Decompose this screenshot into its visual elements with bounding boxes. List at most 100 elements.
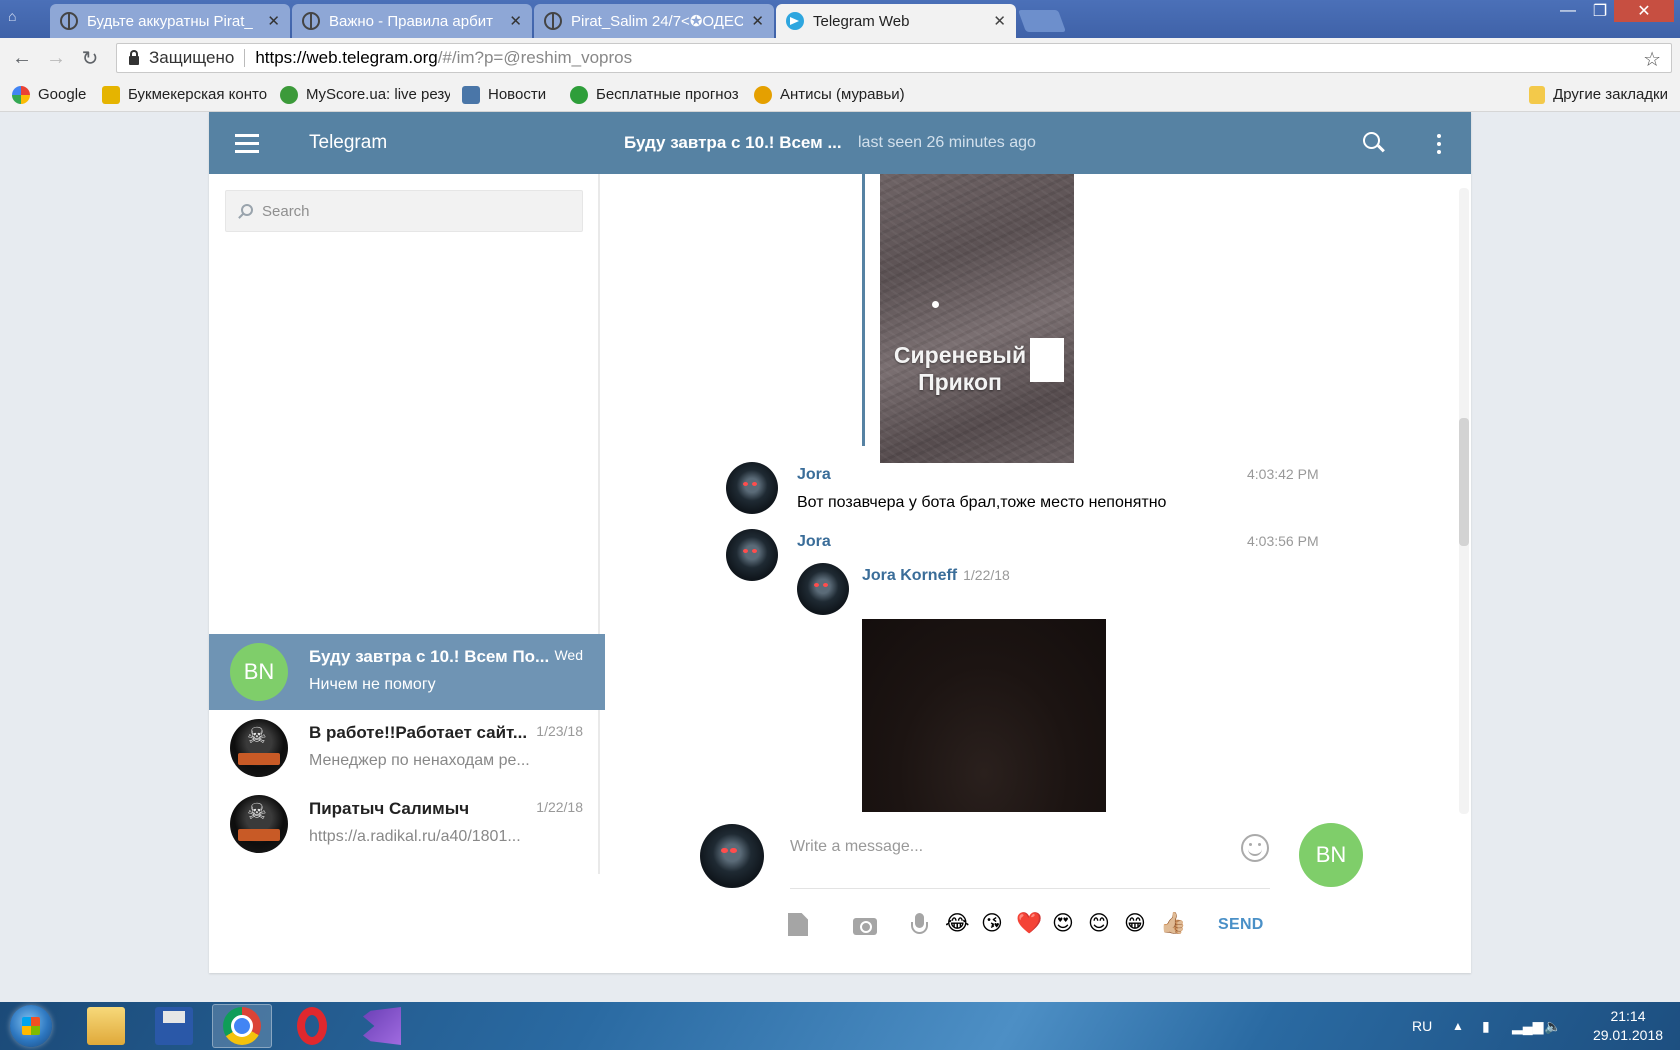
tab-title: Pirat_Salim 24/7<✪ОДЕС bbox=[571, 13, 744, 30]
bookmark-google[interactable]: Google bbox=[12, 85, 90, 104]
minimize-button[interactable]: — bbox=[1550, 0, 1586, 22]
address-bar[interactable]: Защищено https://web.telegram.org /#/im?… bbox=[116, 43, 1672, 73]
bookmark-myscore[interactable]: MyScore.ua: live резу bbox=[280, 85, 450, 104]
quick-emoji-thumbs-up[interactable]: 👍🏼 bbox=[1160, 911, 1186, 937]
forward-button[interactable]: → bbox=[44, 46, 68, 70]
emoji-icon[interactable] bbox=[1241, 834, 1269, 862]
chat-history: Сиреневый Прикоп Jora 4:03:42 PM Вот поз… bbox=[600, 174, 1471, 972]
send-button[interactable]: SEND bbox=[1218, 916, 1264, 934]
search-icon[interactable] bbox=[1363, 132, 1385, 154]
bookmark-other-folder[interactable]: Другие закладки bbox=[1529, 85, 1668, 104]
microphone-icon[interactable] bbox=[907, 912, 933, 938]
bookmark-antisy[interactable]: Антисы (муравьи) bbox=[754, 85, 914, 104]
message-text: Вот позавчера у бота брал,тоже место неп… bbox=[797, 494, 1167, 511]
bookmark-news[interactable]: Новости bbox=[462, 85, 558, 104]
quick-emoji-heart-eyes[interactable]: 😍 bbox=[1052, 911, 1074, 937]
tab-close-icon[interactable]: ✕ bbox=[509, 12, 522, 30]
photo-caption: Сиреневый Прикоп bbox=[893, 342, 1027, 395]
attach-file-icon[interactable] bbox=[785, 912, 811, 938]
tab-close-icon[interactable]: ✕ bbox=[751, 12, 764, 30]
taskbar-visual-studio[interactable] bbox=[352, 1004, 412, 1048]
app-title: Telegram bbox=[309, 132, 388, 153]
url-host: https://web.telegram.org bbox=[255, 48, 438, 67]
author-avatar[interactable] bbox=[726, 529, 778, 581]
clock-date: 29.01.2018 bbox=[1592, 1027, 1664, 1043]
browser-tab-2[interactable]: Важно - Правила арбит ✕ bbox=[292, 4, 532, 38]
dialog-search[interactable] bbox=[225, 190, 583, 232]
taskbar-explorer[interactable] bbox=[76, 1004, 136, 1048]
bookmark-bookmaker[interactable]: Букмекерская конто bbox=[102, 85, 268, 104]
system-clock[interactable]: 21:14 29.01.2018 bbox=[1588, 1007, 1668, 1045]
message-input[interactable] bbox=[790, 829, 1230, 865]
browser-tab-strip: ⌂ Будьте аккуратны Pirat_ ✕ Важно - Прав… bbox=[0, 0, 1680, 38]
dialog-item[interactable]: Пиратыч Салимыч 1/22/18 https://a.radika… bbox=[209, 786, 605, 862]
peer-avatar[interactable]: BN bbox=[1299, 823, 1363, 887]
dialog-item-active[interactable]: BN Буду завтра с 10.! Всем По... Wed Нич… bbox=[209, 634, 605, 710]
back-button[interactable]: ← bbox=[10, 46, 34, 70]
dialog-name: В работе!!Работает сайт... bbox=[309, 723, 528, 742]
forward-quote-bar bbox=[862, 174, 865, 446]
dialog-item[interactable]: В работе!!Работает сайт... 1/23/18 Менед… bbox=[209, 710, 605, 786]
quick-emoji-grin[interactable]: 😁 bbox=[1124, 911, 1146, 937]
message-photo[interactable] bbox=[862, 619, 1106, 812]
message-author[interactable]: Jora bbox=[797, 466, 831, 484]
telegram-header: Telegram Буду завтра с 10.! Всем ... las… bbox=[209, 112, 1471, 174]
search-input[interactable] bbox=[262, 202, 562, 220]
start-button[interactable] bbox=[10, 1005, 52, 1047]
quick-emoji-joy[interactable]: 😂 bbox=[945, 911, 970, 937]
volume-icon[interactable]: 🔈 bbox=[1544, 1002, 1561, 1050]
reload-button[interactable]: ↻ bbox=[78, 46, 102, 70]
more-options-icon[interactable] bbox=[1437, 134, 1442, 154]
forwarded-author[interactable]: Jora Korneff 1/22/18 bbox=[862, 567, 1010, 585]
tab-close-icon[interactable]: ✕ bbox=[993, 12, 1006, 30]
menu-icon[interactable] bbox=[235, 134, 259, 153]
dialog-date: 1/22/18 bbox=[536, 799, 583, 815]
maximize-button[interactable]: ❐ bbox=[1586, 0, 1614, 22]
attach-photo-icon[interactable] bbox=[852, 912, 878, 938]
taskbar-chrome[interactable] bbox=[212, 1004, 272, 1048]
author-avatar[interactable] bbox=[726, 462, 778, 514]
taskbar-opera[interactable] bbox=[282, 1004, 342, 1048]
bookmark-free-predictions[interactable]: Бесплатные прогноз bbox=[570, 85, 742, 104]
lock-icon bbox=[129, 49, 139, 65]
tray-expand-icon[interactable]: ▲ bbox=[1452, 1002, 1464, 1050]
avatar: BN bbox=[230, 643, 288, 701]
browser-toolbar: ← → ↻ Защищено https://web.telegram.org … bbox=[0, 38, 1680, 78]
browser-tab-telegram[interactable]: Telegram Web ✕ bbox=[776, 4, 1016, 38]
myscore-icon bbox=[280, 85, 298, 104]
language-indicator[interactable]: RU bbox=[1412, 1002, 1432, 1050]
chat-scrollbar[interactable] bbox=[1459, 188, 1469, 814]
incognito-profile-icon[interactable]: ⌂ bbox=[8, 8, 30, 30]
dialog-name: Буду завтра с 10.! Всем По... bbox=[309, 647, 550, 666]
taskbar-save-app[interactable] bbox=[144, 1004, 204, 1048]
tab-close-icon[interactable]: ✕ bbox=[267, 12, 280, 30]
message-time: 4:03:56 PM bbox=[1247, 533, 1319, 549]
leaf-icon bbox=[570, 85, 588, 104]
browser-tab-3[interactable]: Pirat_Salim 24/7<✪ОДЕС ✕ bbox=[534, 4, 774, 38]
scrollbar-thumb[interactable] bbox=[1459, 418, 1469, 546]
tray-device-icon[interactable]: ▮ bbox=[1482, 1002, 1490, 1050]
network-icon[interactable]: ▂▄▆ bbox=[1512, 1002, 1543, 1050]
visual-studio-icon bbox=[363, 1007, 401, 1045]
message-author[interactable]: Jora bbox=[797, 533, 831, 551]
quick-emoji-heart[interactable]: ❤️ bbox=[1016, 911, 1042, 937]
peer-name[interactable]: Буду завтра с 10.! Всем ... bbox=[624, 133, 842, 153]
quick-emoji-kiss[interactable]: 😘 bbox=[981, 911, 1003, 937]
quick-emoji-blush[interactable]: 😊 bbox=[1088, 911, 1110, 937]
telegram-app: Telegram Буду завтра с 10.! Всем ... las… bbox=[209, 112, 1471, 973]
telegram-favicon-icon bbox=[786, 12, 804, 30]
message-time: 4:03:42 PM bbox=[1247, 466, 1319, 482]
browser-tab-1[interactable]: Будьте аккуратны Pirat_ ✕ bbox=[50, 4, 290, 38]
peace-favicon-icon bbox=[60, 12, 78, 30]
bookmarks-bar: Google Букмекерская конто MyScore.ua: li… bbox=[0, 78, 1680, 112]
forward-author-avatar[interactable] bbox=[797, 563, 849, 615]
message-photo[interactable]: Сиреневый Прикоп bbox=[880, 174, 1074, 463]
dialog-date: 1/23/18 bbox=[536, 723, 583, 739]
clock-time: 21:14 bbox=[1610, 1008, 1646, 1024]
bookmaker-icon bbox=[102, 85, 120, 104]
window-close-button[interactable]: ✕ bbox=[1614, 0, 1674, 22]
bookmark-star-icon[interactable]: ☆ bbox=[1643, 47, 1661, 72]
pirate-avatar bbox=[230, 719, 288, 777]
chrome-icon bbox=[223, 1007, 261, 1045]
new-tab-button[interactable] bbox=[1017, 10, 1067, 32]
